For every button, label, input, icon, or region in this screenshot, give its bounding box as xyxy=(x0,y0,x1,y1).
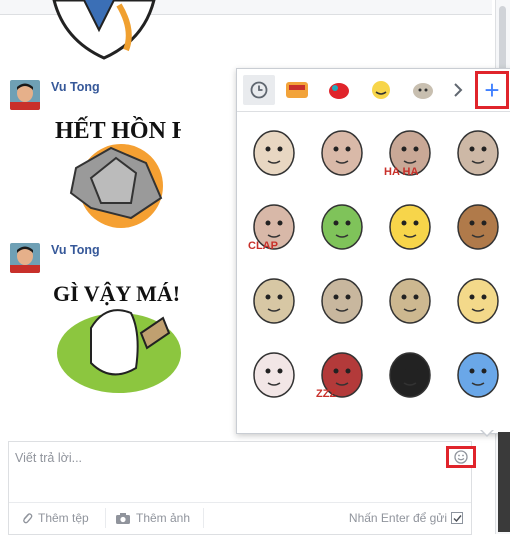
sticker-bunny-sad[interactable] xyxy=(445,116,510,182)
chevron-right-icon xyxy=(454,83,463,97)
add-photo-label: Thêm ảnh xyxy=(136,511,191,525)
sticker-caption: HA HA xyxy=(384,166,418,178)
tab-pack-4[interactable] xyxy=(407,75,439,105)
sticker-girl-shocked[interactable] xyxy=(377,338,443,404)
attach-file-label: Thêm tệp xyxy=(38,511,89,525)
sticker-bunny-clap[interactable]: CLAP xyxy=(241,190,307,256)
sticker-monkey-wink[interactable] xyxy=(445,190,510,256)
sticker-face-sad[interactable] xyxy=(445,264,510,330)
sender-name[interactable]: Vu Tong xyxy=(51,243,100,257)
divider xyxy=(105,508,106,528)
composer-toolbar: Thêm tệp Thêm ảnh Nhấn Enter để gửi xyxy=(9,502,471,534)
reply-composer: Thêm tệp Thêm ảnh Nhấn Enter để gửi xyxy=(8,441,476,535)
tab-pack-2[interactable] xyxy=(323,75,355,105)
tab-pack-1[interactable] xyxy=(281,75,313,105)
sticker-grid: HA HA CLAP ZZZ xyxy=(237,112,510,432)
sticker-caption: ZZZ xyxy=(316,388,336,400)
clock-icon xyxy=(250,81,268,99)
picker-pointer-inner xyxy=(481,429,493,435)
sticker-dog-cry[interactable] xyxy=(241,116,307,182)
sticker-sleep-zzz[interactable]: ZZZ xyxy=(309,338,375,404)
sticker-caption: CLAP xyxy=(248,240,278,252)
scrollbar-thumb[interactable] xyxy=(499,6,506,76)
add-photo-button[interactable]: Thêm ảnh xyxy=(115,511,190,525)
tab-pack-3[interactable] xyxy=(365,75,397,105)
sticker-bunny-crying[interactable] xyxy=(309,264,375,330)
divider xyxy=(203,508,204,528)
side-image xyxy=(498,432,510,532)
enter-to-send-checkbox[interactable] xyxy=(451,512,463,524)
sticker-frog-rain[interactable] xyxy=(309,190,375,256)
tab-recent[interactable] xyxy=(243,75,275,105)
enter-to-send-label: Nhấn Enter để gửi xyxy=(348,511,447,525)
reply-input[interactable] xyxy=(13,446,427,470)
previous-sticker xyxy=(44,0,164,60)
camera-icon xyxy=(116,512,130,524)
smiley-icon xyxy=(454,450,468,464)
sticker-caption: GÌ VẬY MÁ! xyxy=(53,281,180,306)
sticker-tabbar: + xyxy=(237,69,510,112)
enter-to-send[interactable]: Nhấn Enter để gửi xyxy=(349,511,463,525)
sender-name[interactable]: Vu Tong xyxy=(51,80,100,94)
sticker-joy-character[interactable] xyxy=(445,338,510,404)
sticker-bunny-haha[interactable]: HA HA xyxy=(377,116,443,182)
avatar[interactable] xyxy=(10,243,40,273)
sticker-rabbit-love[interactable] xyxy=(241,338,307,404)
sticker-picker: + HA HA CLAP ZZZ xyxy=(236,68,510,434)
attach-file-button[interactable]: Thêm tệp xyxy=(21,511,89,525)
sticker-caption: HẾT HỒN HÀ xyxy=(55,117,181,144)
add-sticker-pack-button[interactable]: + xyxy=(475,71,509,109)
avatar[interactable] xyxy=(10,80,40,110)
tab-next[interactable] xyxy=(445,75,471,105)
checkmark-icon xyxy=(453,514,462,522)
sticker-face-shocked[interactable] xyxy=(377,190,443,256)
sticker-bunny-thinking[interactable] xyxy=(377,264,443,330)
paperclip-icon xyxy=(23,513,33,524)
sticker-bunny-nervous[interactable] xyxy=(241,264,307,330)
sticker-gi-vay-ma: GÌ VẬY MÁ! xyxy=(51,273,181,393)
sticker-button[interactable] xyxy=(446,446,476,468)
sticker-het-hon-ha: HẾT HỒN HÀ xyxy=(51,108,209,228)
sticker-bunny-grumpy[interactable] xyxy=(309,116,375,182)
